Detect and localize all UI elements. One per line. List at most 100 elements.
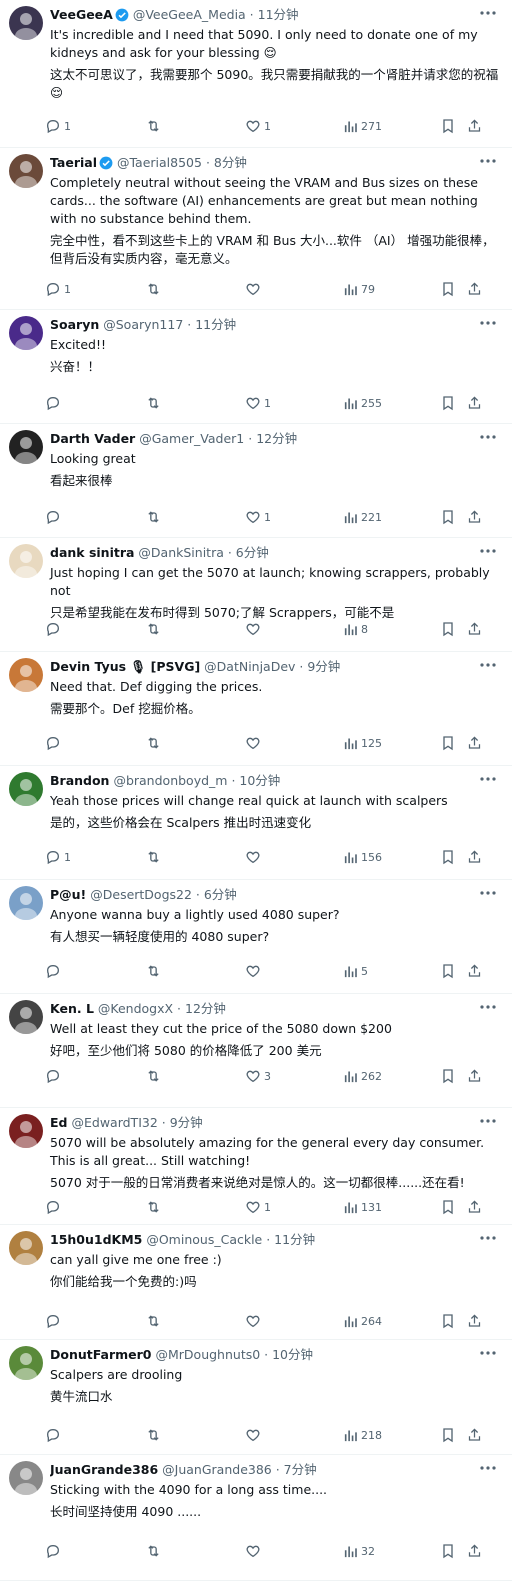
reply-button[interactable] bbox=[45, 960, 64, 982]
share-button[interactable] bbox=[467, 1065, 482, 1087]
views-button[interactable]: 8 bbox=[343, 618, 368, 640]
like-button[interactable]: 1 bbox=[245, 1196, 271, 1218]
share-button[interactable] bbox=[467, 506, 482, 528]
reply-button[interactable] bbox=[45, 1424, 64, 1446]
like-button[interactable]: 1 bbox=[245, 115, 271, 137]
share-button[interactable] bbox=[467, 1196, 482, 1218]
retweet-button[interactable] bbox=[145, 506, 165, 528]
retweet-button[interactable] bbox=[145, 392, 165, 414]
views-button[interactable]: 262 bbox=[343, 1065, 382, 1087]
display-name[interactable]: Darth Vader bbox=[50, 431, 135, 446]
timestamp[interactable]: 9分钟 bbox=[170, 1115, 203, 1130]
share-button[interactable] bbox=[467, 960, 482, 982]
reply-button[interactable] bbox=[45, 1065, 64, 1087]
display-name[interactable]: Taerial bbox=[50, 155, 97, 170]
warm-avatar[interactable] bbox=[9, 1231, 43, 1265]
retweet-button[interactable] bbox=[145, 732, 165, 754]
purple-avatar[interactable] bbox=[9, 316, 43, 350]
views-button[interactable]: 218 bbox=[343, 1424, 382, 1446]
more-options-icon[interactable] bbox=[478, 1228, 498, 1248]
bookmark-button[interactable] bbox=[441, 618, 455, 640]
share-button[interactable] bbox=[467, 846, 482, 868]
views-button[interactable]: 125 bbox=[343, 732, 382, 754]
share-button[interactable] bbox=[467, 1310, 482, 1332]
more-options-icon[interactable] bbox=[478, 1343, 498, 1363]
more-options-icon[interactable] bbox=[478, 997, 498, 1017]
bookmark-button[interactable] bbox=[441, 1424, 455, 1446]
display-name[interactable]: Soaryn bbox=[50, 317, 99, 332]
bookmark-button[interactable] bbox=[441, 278, 455, 300]
share-button[interactable] bbox=[467, 732, 482, 754]
retweet-button[interactable] bbox=[145, 846, 165, 868]
like-button[interactable] bbox=[245, 960, 264, 982]
tweet[interactable]: Devin Tyus 🎙 [PSVG] @DatNinjaDev · 9分钟 Ne… bbox=[0, 652, 512, 766]
more-options-icon[interactable] bbox=[478, 655, 498, 675]
timestamp[interactable]: 11分钟 bbox=[274, 1232, 315, 1247]
user-handle[interactable]: @Soaryn117 bbox=[103, 317, 183, 332]
views-button[interactable]: 221 bbox=[343, 506, 382, 528]
tweet[interactable]: Soaryn @Soaryn117 · 11分钟 Excited!! 兴奋！！ 1 25… bbox=[0, 310, 512, 424]
timestamp[interactable]: 10分钟 bbox=[272, 1347, 313, 1362]
display-name[interactable]: Brandon bbox=[50, 773, 109, 788]
tweet[interactable]: dank sinitra @DankSinitra · 6分钟 Just hopi… bbox=[0, 538, 512, 652]
share-button[interactable] bbox=[467, 278, 482, 300]
person-photo-avatar[interactable] bbox=[9, 154, 43, 188]
views-button[interactable]: 255 bbox=[343, 392, 382, 414]
retweet-button[interactable] bbox=[145, 278, 165, 300]
cartoon-avatar[interactable] bbox=[9, 544, 43, 578]
tweet[interactable]: Darth Vader @Gamer_Vader1 · 12分钟 Looking … bbox=[0, 424, 512, 538]
user-handle[interactable]: @VeeGeeA_Media bbox=[133, 7, 246, 22]
retweet-button[interactable] bbox=[145, 1540, 165, 1562]
more-options-icon[interactable] bbox=[478, 1458, 498, 1478]
tweet[interactable]: Ken. L @KendogxX · 12分钟 Well at least the… bbox=[0, 994, 512, 1108]
reply-button[interactable]: 1 bbox=[45, 115, 71, 137]
user-handle[interactable]: @Gamer_Vader1 bbox=[139, 431, 244, 446]
timestamp[interactable]: 7分钟 bbox=[284, 1462, 317, 1477]
bookmark-button[interactable] bbox=[441, 846, 455, 868]
like-button[interactable]: 1 bbox=[245, 506, 271, 528]
timestamp[interactable]: 10分钟 bbox=[239, 773, 280, 788]
more-options-icon[interactable] bbox=[478, 541, 498, 561]
timestamp[interactable]: 11分钟 bbox=[195, 317, 236, 332]
helmet-avatar[interactable] bbox=[9, 430, 43, 464]
timestamp[interactable]: 8分钟 bbox=[214, 155, 247, 170]
retweet-button[interactable] bbox=[145, 1196, 165, 1218]
like-button[interactable]: 3 bbox=[245, 1065, 271, 1087]
reply-button[interactable] bbox=[45, 732, 64, 754]
green-avatar[interactable] bbox=[9, 772, 43, 806]
user-handle[interactable]: @DatNinjaDev bbox=[204, 659, 295, 674]
retweet-button[interactable] bbox=[145, 618, 165, 640]
timestamp[interactable]: 12分钟 bbox=[256, 431, 297, 446]
share-button[interactable] bbox=[467, 115, 482, 137]
reply-button[interactable] bbox=[45, 392, 64, 414]
user-handle[interactable]: @Ominous_Cackle bbox=[146, 1232, 262, 1247]
like-button[interactable] bbox=[245, 1310, 264, 1332]
tweet[interactable]: Taerial @Taerial8505 · 8分钟 Completely neu… bbox=[0, 148, 512, 310]
more-options-icon[interactable] bbox=[478, 1111, 498, 1131]
display-name[interactable]: Devin Tyus 🎙 [PSVG] bbox=[50, 659, 200, 674]
like-button[interactable] bbox=[245, 278, 264, 300]
display-name[interactable]: dank sinitra bbox=[50, 545, 134, 560]
display-name[interactable]: Ed bbox=[50, 1115, 68, 1130]
user-handle[interactable]: @EdwardTI32 bbox=[71, 1115, 157, 1130]
display-name[interactable]: Ken. L bbox=[50, 1001, 94, 1016]
reply-button[interactable] bbox=[45, 1196, 64, 1218]
views-button[interactable]: 271 bbox=[343, 115, 382, 137]
views-button[interactable]: 156 bbox=[343, 846, 382, 868]
pixel-avatar[interactable] bbox=[9, 886, 43, 920]
timestamp[interactable]: 12分钟 bbox=[185, 1001, 226, 1016]
bookmark-button[interactable] bbox=[441, 1310, 455, 1332]
donut-avatar[interactable] bbox=[9, 1346, 43, 1380]
share-button[interactable] bbox=[467, 618, 482, 640]
more-options-icon[interactable] bbox=[478, 313, 498, 333]
bookmark-button[interactable] bbox=[441, 1540, 455, 1562]
gray-avatar[interactable] bbox=[9, 1461, 43, 1495]
like-button[interactable] bbox=[245, 846, 264, 868]
display-name[interactable]: DonutFarmer0 bbox=[50, 1347, 152, 1362]
share-button[interactable] bbox=[467, 392, 482, 414]
share-button[interactable] bbox=[467, 1540, 482, 1562]
retweet-button[interactable] bbox=[145, 960, 165, 982]
like-button[interactable] bbox=[245, 618, 264, 640]
anime-avatar[interactable] bbox=[9, 6, 43, 40]
retweet-button[interactable] bbox=[145, 115, 165, 137]
